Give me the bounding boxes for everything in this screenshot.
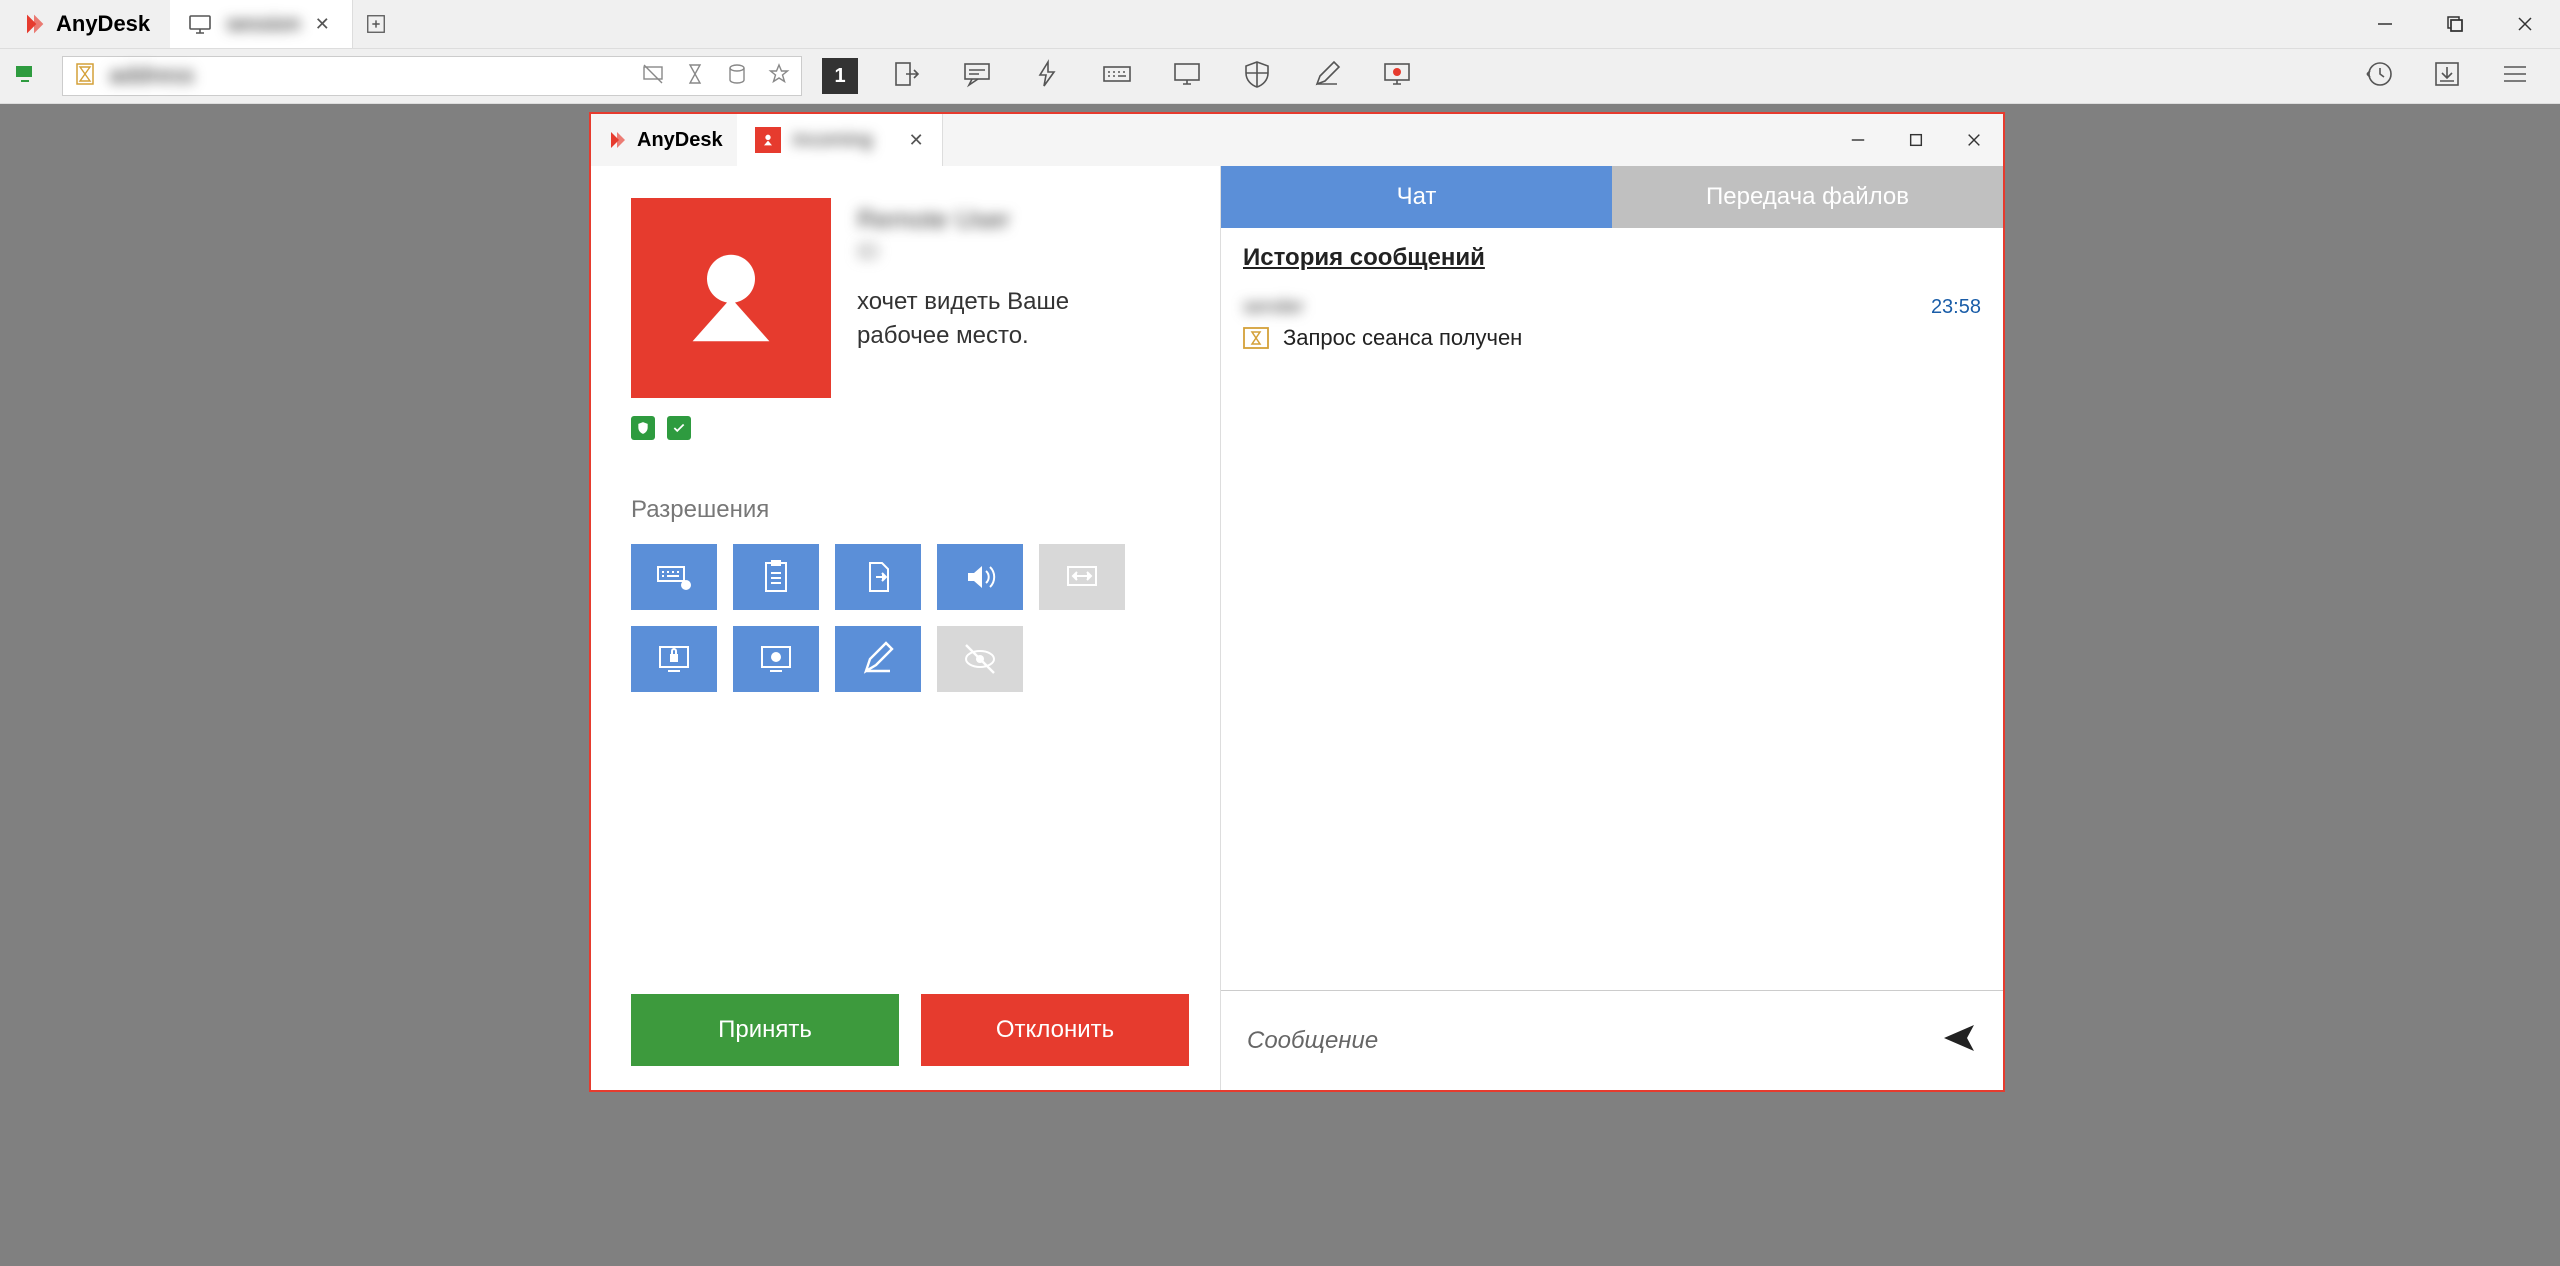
message-text: Запрос сеанса получен — [1283, 325, 1522, 351]
new-tab-button[interactable] — [353, 0, 399, 48]
chat-icon[interactable] — [962, 59, 992, 94]
perm-audio[interactable] — [937, 544, 1023, 610]
requester-id: ID — [857, 239, 1069, 265]
chat-pane: Чат Передача файлов История сообщений se… — [1221, 166, 2003, 1090]
shield-icon[interactable] — [1242, 59, 1272, 94]
dialog-maximize-button[interactable] — [1887, 114, 1945, 166]
dialog-tab[interactable]: incoming ✕ — [737, 114, 943, 166]
requester-name: Remote User — [857, 204, 1069, 235]
perm-tcp-tunnel[interactable] — [1039, 544, 1125, 610]
history-icon[interactable] — [2364, 59, 2394, 94]
app-name: AnyDesk — [56, 11, 150, 37]
exit-icon[interactable] — [892, 59, 922, 94]
incoming-request-dialog: AnyDesk incoming ✕ — [589, 112, 2005, 1092]
side-tabs: Чат Передача файлов — [1221, 166, 2003, 228]
chat-input-row: Сообщение — [1221, 990, 2003, 1090]
record-icon[interactable] — [1382, 59, 1412, 94]
window-controls — [2350, 0, 2560, 48]
download-icon[interactable] — [2432, 59, 2462, 94]
dialog-close-button[interactable] — [1945, 114, 2003, 166]
session-request-icon — [1243, 327, 1269, 349]
dialog-minimize-button[interactable] — [1829, 114, 1887, 166]
lightning-icon[interactable] — [1032, 59, 1062, 94]
perm-lock[interactable] — [631, 626, 717, 692]
cylinder-icon[interactable] — [725, 62, 749, 91]
hourglass-icon — [73, 62, 97, 91]
screen-off-icon[interactable] — [641, 62, 665, 91]
tab-label: session — [226, 11, 301, 37]
dialog-titlebar: AnyDesk incoming ✕ — [591, 114, 2003, 166]
check-badge-icon — [667, 416, 691, 440]
app-logo: AnyDesk — [0, 10, 170, 38]
perm-privacy[interactable] — [937, 626, 1023, 692]
permissions-grid — [631, 544, 1191, 692]
main-tab[interactable]: session ✕ — [170, 0, 353, 48]
remote-desktop-area[interactable]: AnyDesk incoming ✕ — [0, 104, 2560, 1266]
hourglass-small-icon[interactable] — [683, 62, 707, 91]
tab-file-transfer[interactable]: Передача файлов — [1612, 166, 2003, 228]
star-icon[interactable] — [767, 62, 791, 91]
request-pane: Remote User ID хочет видеть Ваше рабочее… — [591, 166, 1221, 1090]
address-value: address — [109, 62, 194, 90]
menu-icon[interactable] — [2500, 59, 2530, 94]
titlebar: AnyDesk session ✕ — [0, 0, 2560, 49]
accept-button[interactable]: Принять — [631, 994, 899, 1066]
maximize-button[interactable] — [2420, 0, 2490, 48]
tab-close-button[interactable]: ✕ — [315, 14, 330, 35]
address-field[interactable]: address — [62, 56, 802, 96]
monitor-status-icon — [14, 62, 38, 91]
display-icon[interactable] — [1172, 59, 1202, 94]
permissions-title: Разрешения — [631, 496, 1196, 524]
user-avatar — [631, 198, 831, 398]
perm-whiteboard[interactable] — [835, 626, 921, 692]
monitor-icon — [188, 12, 212, 36]
decline-button[interactable]: Отклонить — [921, 994, 1189, 1066]
tab-chat[interactable]: Чат — [1221, 166, 1612, 228]
close-button[interactable] — [2490, 0, 2560, 48]
plus-icon — [365, 13, 387, 35]
minimize-button[interactable] — [2350, 0, 2420, 48]
anydesk-icon — [605, 128, 629, 152]
perm-keyboard-mouse[interactable] — [631, 544, 717, 610]
dialog-tab-label: incoming — [793, 129, 873, 152]
user-tile-icon — [755, 127, 781, 153]
dialog-app-name: AnyDesk — [637, 129, 723, 152]
chat-message: sender 23:58 Запрос сеанса получен — [1221, 280, 2003, 367]
dialog-logo: AnyDesk — [591, 128, 737, 152]
toolbar: address 1 — [0, 49, 2560, 104]
anydesk-icon — [20, 10, 48, 38]
keyboard-icon[interactable] — [1102, 59, 1132, 94]
verified-badge-icon — [631, 416, 655, 440]
perm-clipboard[interactable] — [733, 544, 819, 610]
perm-file-transfer[interactable] — [835, 544, 921, 610]
message-sender: sender — [1243, 296, 1304, 319]
pen-icon[interactable] — [1312, 59, 1342, 94]
perm-record[interactable] — [733, 626, 819, 692]
message-time: 23:58 — [1931, 296, 1981, 319]
chat-input[interactable]: Сообщение — [1247, 1027, 1921, 1055]
chat-history-title: История сообщений — [1243, 244, 1981, 272]
request-text: хочет видеть Ваше рабочее место. — [857, 285, 1069, 352]
dialog-window-controls — [1829, 114, 2003, 166]
session-count-badge[interactable]: 1 — [822, 58, 858, 94]
send-button[interactable] — [1941, 1020, 1977, 1061]
main-window: AnyDesk session ✕ address — [0, 0, 2560, 1266]
dialog-tab-close[interactable]: ✕ — [909, 130, 924, 151]
